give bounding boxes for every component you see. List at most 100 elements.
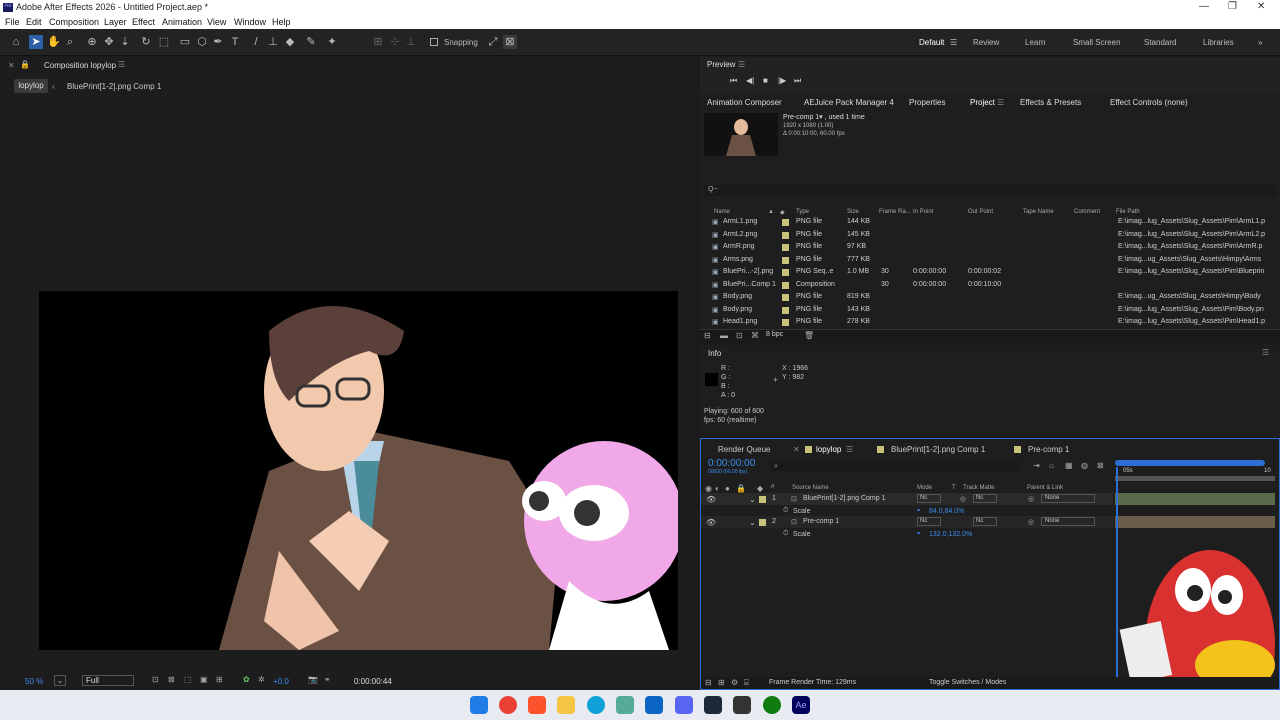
frame-blend-icon[interactable]: ▦	[1065, 461, 1073, 470]
resolution-dropdown[interactable]: Full	[82, 675, 134, 686]
exposure-value[interactable]: +0.0	[273, 677, 289, 686]
menu-window[interactable]: Window	[234, 17, 266, 27]
minimize-icon[interactable]: —	[1199, 1, 1209, 12]
snap-grid-icon[interactable]: ⊠	[503, 35, 517, 49]
pen-tool-icon[interactable]: ✒	[211, 35, 225, 49]
comp-flowchart-icon[interactable]: ⊟	[705, 678, 712, 687]
shape-3d-icon[interactable]: ⬡	[195, 35, 209, 49]
draft-3d-icon[interactable]: ⇥	[1033, 461, 1040, 470]
first-frame-icon[interactable]: ⏮	[730, 76, 737, 86]
pick-whip-icon[interactable]: ◎	[1028, 495, 1034, 503]
parent-dropdown[interactable]: None	[1041, 494, 1095, 503]
layer-row-2[interactable]: 👁 ⌄ 2 ⊡ Pre-comp 1 Nc Nc ◎ None	[701, 516, 1113, 528]
project-menu-icon[interactable]: ☰	[997, 98, 1004, 107]
project-file-row[interactable]: ▣ ArmL2.png PNG file 145 KB E:\imag...lug_As…	[700, 229, 1280, 241]
close-icon[interactable]: ✕	[1257, 1, 1265, 12]
preview-menu-icon[interactable]: ☰	[738, 60, 745, 69]
sort-icon[interactable]: ▲	[768, 209, 774, 215]
workspace-default[interactable]: Default	[919, 38, 944, 47]
expand-icon[interactable]: ⌄	[749, 518, 756, 527]
zoom-tool-icon[interactable]: ⌕	[63, 35, 77, 49]
mode-dropdown[interactable]: Nc	[917, 517, 941, 526]
time-navigator[interactable]	[1115, 476, 1275, 481]
edge-icon[interactable]	[587, 696, 605, 714]
layer-bar-2[interactable]	[1115, 516, 1275, 528]
render-icon[interactable]: ⊞	[718, 678, 725, 687]
workspace-standard[interactable]: Standard	[1144, 38, 1176, 47]
link-icon[interactable]: ◎	[960, 495, 966, 503]
xbox-icon[interactable]	[763, 696, 781, 714]
project-file-row[interactable]: ▣ ArmR.png PNG file 97 KB E:\imag...lug_Asse…	[700, 241, 1280, 253]
menu-view[interactable]: View	[207, 17, 226, 27]
shy-icon[interactable]: ⌂	[1049, 461, 1054, 470]
stopwatch-icon[interactable]: ⏱	[783, 507, 788, 515]
constrain-icon[interactable]: ⚭	[916, 507, 921, 514]
chrome-icon[interactable]	[499, 696, 517, 714]
menu-layer[interactable]: Layer	[104, 17, 127, 27]
menu-edit[interactable]: Edit	[26, 17, 42, 27]
composition-canvas[interactable]	[39, 291, 678, 650]
tab-lopylop[interactable]: lopylop	[816, 445, 841, 454]
col-out-point[interactable]: Out Point	[968, 209, 993, 215]
col-name[interactable]: Name	[714, 209, 730, 215]
brave-icon[interactable]	[528, 696, 546, 714]
project-file-row[interactable]: ▣ Body.png PNG file 143 KB E:\imag...lug_Ass…	[700, 304, 1280, 316]
pan-camera-icon[interactable]: ✥	[102, 35, 116, 49]
tab-effects-presets[interactable]: Effects & Presets	[1020, 98, 1081, 107]
track-matte-dropdown[interactable]: Nc	[973, 517, 997, 526]
hand-tool-icon[interactable]: ✋	[47, 35, 61, 49]
file-explorer-icon[interactable]	[557, 696, 575, 714]
bit-depth[interactable]: 8 bpc	[766, 331, 783, 338]
text-tool-icon[interactable]: T	[228, 35, 242, 49]
work-area-bar[interactable]	[1115, 460, 1265, 466]
track-matte-dropdown[interactable]: Nc	[973, 494, 997, 503]
eye-icon[interactable]: 👁	[706, 495, 716, 504]
windows-start-icon[interactable]	[470, 696, 488, 714]
mask-icon[interactable]: ⬚	[184, 675, 192, 684]
prev-frame-icon[interactable]: ◀|	[746, 76, 754, 85]
region-icon[interactable]: ⊡	[152, 675, 159, 684]
current-timecode[interactable]: 0:00:00:44	[354, 677, 392, 686]
eye-icon[interactable]: 👁	[706, 518, 716, 527]
steam-icon[interactable]	[704, 696, 722, 714]
tab-precomp[interactable]: Pre-comp 1	[1028, 445, 1069, 454]
parent-dropdown[interactable]: None	[1041, 517, 1095, 526]
puppet-pin-icon[interactable]: ✦	[325, 35, 339, 49]
store-icon[interactable]	[616, 696, 634, 714]
maximize-icon[interactable]: ❐	[1228, 1, 1237, 12]
close-tab-icon[interactable]: ✕	[793, 445, 800, 454]
tab-properties[interactable]: Properties	[909, 98, 945, 107]
mode-dropdown[interactable]: Nc	[917, 494, 941, 503]
constrain-icon[interactable]: ⚭	[916, 530, 921, 537]
rectangle-tool-icon[interactable]: ▭	[178, 35, 192, 49]
expand-icon[interactable]: ⌄	[749, 495, 756, 504]
settings-icon[interactable]: ⚙	[731, 678, 738, 687]
col-comment[interactable]: Comment	[1074, 209, 1100, 215]
after-effects-icon[interactable]: Ae	[792, 696, 810, 714]
panel-menu-icon[interactable]: ☰	[118, 60, 125, 69]
show-snapshot-icon[interactable]: ⚭	[324, 675, 331, 684]
project-file-row[interactable]: ▣ ArmL1.png PNG file 144 KB E:\imag...lug_As…	[700, 216, 1280, 228]
project-file-row[interactable]: ▣ BluePri...-2].png PNG Seq..e 1.0 MB 30 0:00…	[700, 266, 1280, 278]
scale-value[interactable]: 132.0,132.0%	[929, 531, 972, 538]
zoom-dropdown-icon[interactable]: ⌄	[54, 675, 66, 686]
next-frame-icon[interactable]: |▶	[778, 76, 786, 85]
close-panel-icon[interactable]: ✕	[8, 61, 15, 70]
distribute-icon[interactable]: ⊹	[388, 35, 402, 49]
snapping-checkbox[interactable]	[430, 38, 438, 46]
timeline-menu-icon[interactable]: ☰	[846, 445, 853, 454]
adjust-icon[interactable]: ⌘	[751, 331, 759, 340]
discord-icon[interactable]	[675, 696, 693, 714]
workspace-libraries[interactable]: Libraries	[1203, 38, 1234, 47]
menu-file[interactable]: File	[5, 17, 20, 27]
layer-name[interactable]: BluePrint[1-2].png Comp 1	[803, 495, 886, 502]
epic-games-icon[interactable]	[733, 696, 751, 714]
motion-blur-icon[interactable]: ◍	[1081, 461, 1088, 470]
delete-icon[interactable]: 🗑	[804, 331, 814, 340]
scale-value[interactable]: 84.0,84.0%	[929, 508, 964, 515]
tab-aejuice[interactable]: AEJuice Pack Manager 4	[804, 98, 894, 107]
breadcrumb-next[interactable]: BluePrint[1-2].png Comp 1	[67, 82, 161, 91]
info-menu-icon[interactable]: ☰	[1262, 348, 1269, 357]
tab-project[interactable]: Project	[970, 98, 995, 107]
composition-panel-title[interactable]: Composition lopylop	[44, 61, 116, 70]
